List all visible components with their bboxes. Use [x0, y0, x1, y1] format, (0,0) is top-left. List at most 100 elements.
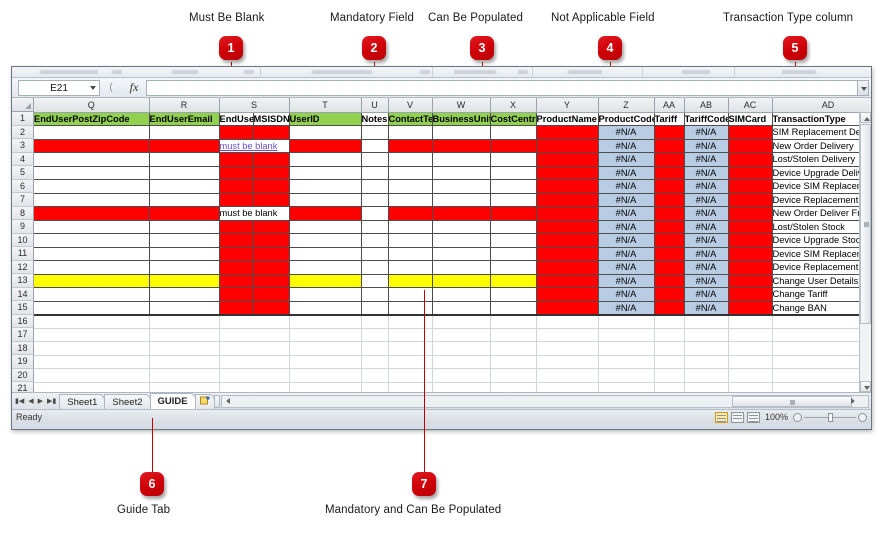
field-header-simCard[interactable]: SIMCard: [728, 112, 773, 126]
cell[interactable]: [432, 314, 491, 329]
cell[interactable]: [728, 355, 773, 369]
cell[interactable]: [361, 206, 389, 221]
cell[interactable]: [536, 220, 599, 234]
cell[interactable]: [219, 166, 254, 180]
row-header[interactable]: 5: [12, 166, 34, 180]
cell[interactable]: [654, 341, 685, 356]
cell[interactable]: [654, 152, 685, 167]
cell-productcode-na[interactable]: #N/A: [598, 193, 655, 207]
cell[interactable]: [490, 139, 537, 153]
field-header-notes[interactable]: Notes: [361, 112, 389, 126]
cell[interactable]: [490, 301, 537, 316]
cell[interactable]: [388, 220, 433, 234]
row-header[interactable]: 9: [12, 220, 34, 234]
cell-transactiontype[interactable]: Change BAN: [772, 301, 871, 316]
cell[interactable]: [219, 260, 254, 275]
cell[interactable]: [388, 233, 433, 248]
cell[interactable]: [536, 382, 599, 392]
cell[interactable]: [388, 355, 433, 369]
cell[interactable]: [432, 382, 491, 392]
cell[interactable]: [253, 152, 290, 167]
cell[interactable]: [289, 166, 362, 180]
cell[interactable]: [432, 206, 491, 221]
cell[interactable]: [253, 233, 290, 248]
cell[interactable]: [34, 152, 150, 167]
cell[interactable]: [388, 287, 433, 302]
cell[interactable]: [361, 314, 389, 329]
cell[interactable]: [536, 274, 599, 288]
cell[interactable]: [432, 260, 491, 275]
page-break-view-icon[interactable]: [746, 411, 760, 423]
row-header[interactable]: 2: [12, 125, 34, 139]
cell-tariffcode-na[interactable]: #N/A: [684, 287, 729, 302]
cell[interactable]: [536, 355, 599, 369]
cell-tariffcode-na[interactable]: #N/A: [684, 193, 729, 207]
cell[interactable]: [728, 247, 773, 261]
cell[interactable]: [654, 287, 685, 302]
cell[interactable]: [289, 152, 362, 167]
cell[interactable]: [219, 301, 254, 316]
cell-tariffcode-na[interactable]: #N/A: [684, 301, 729, 316]
cell[interactable]: [34, 193, 150, 207]
cell[interactable]: [654, 206, 685, 221]
cell[interactable]: [728, 382, 773, 392]
cell[interactable]: [684, 328, 729, 342]
column-header-x[interactable]: X: [490, 98, 537, 113]
cell[interactable]: [219, 125, 254, 140]
cell[interactable]: [490, 328, 537, 342]
column-header-y[interactable]: Y: [536, 98, 599, 113]
field-header-productName[interactable]: ProductName: [536, 112, 599, 126]
cell[interactable]: [728, 206, 773, 221]
field-header-endUser[interactable]: EndUser: [219, 112, 254, 126]
cell[interactable]: [684, 355, 729, 369]
row-header[interactable]: 13: [12, 274, 34, 288]
cell[interactable]: [289, 206, 362, 221]
cell[interactable]: [432, 233, 491, 248]
cell[interactable]: [253, 274, 290, 288]
cell[interactable]: [361, 125, 389, 140]
page-layout-view-icon[interactable]: [730, 411, 744, 423]
cell[interactable]: [361, 274, 389, 288]
scroll-right-icon[interactable]: [849, 397, 858, 406]
cell[interactable]: [490, 193, 537, 207]
cell[interactable]: [536, 139, 599, 153]
cell[interactable]: [361, 368, 389, 383]
cell[interactable]: [654, 166, 685, 180]
cell[interactable]: [388, 274, 433, 288]
cell[interactable]: [432, 368, 491, 383]
cell[interactable]: [289, 260, 362, 275]
cell[interactable]: [598, 355, 655, 369]
callout-badge-7[interactable]: 7: [412, 472, 436, 496]
cell[interactable]: [253, 125, 290, 140]
cell[interactable]: [34, 301, 150, 316]
cell[interactable]: [219, 220, 254, 234]
cell[interactable]: [536, 179, 599, 194]
row-header[interactable]: 20: [12, 368, 34, 382]
cell[interactable]: [289, 287, 362, 302]
cell-productcode-na[interactable]: #N/A: [598, 179, 655, 194]
cell[interactable]: [219, 368, 290, 383]
row-header[interactable]: 3: [12, 139, 34, 153]
cell[interactable]: [432, 287, 491, 302]
sheet-tab-sheet1[interactable]: Sheet1: [59, 393, 106, 409]
first-sheet-icon[interactable]: ▮◀: [15, 397, 24, 405]
cell[interactable]: [388, 139, 433, 153]
cell[interactable]: [772, 314, 871, 329]
cell[interactable]: [598, 341, 655, 356]
cell[interactable]: [361, 382, 389, 392]
cell[interactable]: [361, 179, 389, 194]
normal-view-icon[interactable]: [714, 411, 728, 423]
cell[interactable]: [219, 274, 254, 288]
cell-transactiontype[interactable]: Device Upgrade Delivery: [772, 166, 871, 180]
column-header-aa[interactable]: AA: [654, 98, 685, 113]
cell[interactable]: [149, 301, 220, 316]
cell[interactable]: [149, 368, 220, 383]
cell[interactable]: [289, 314, 362, 329]
cell-productcode-na[interactable]: #N/A: [598, 152, 655, 167]
insert-function-toggle-icon[interactable]: (: [100, 80, 122, 96]
cell-productcode-na[interactable]: #N/A: [598, 233, 655, 248]
cell[interactable]: [536, 125, 599, 140]
cell[interactable]: [34, 166, 150, 180]
field-header-contactTel[interactable]: ContactTel: [388, 112, 433, 126]
cell[interactable]: [34, 139, 150, 153]
